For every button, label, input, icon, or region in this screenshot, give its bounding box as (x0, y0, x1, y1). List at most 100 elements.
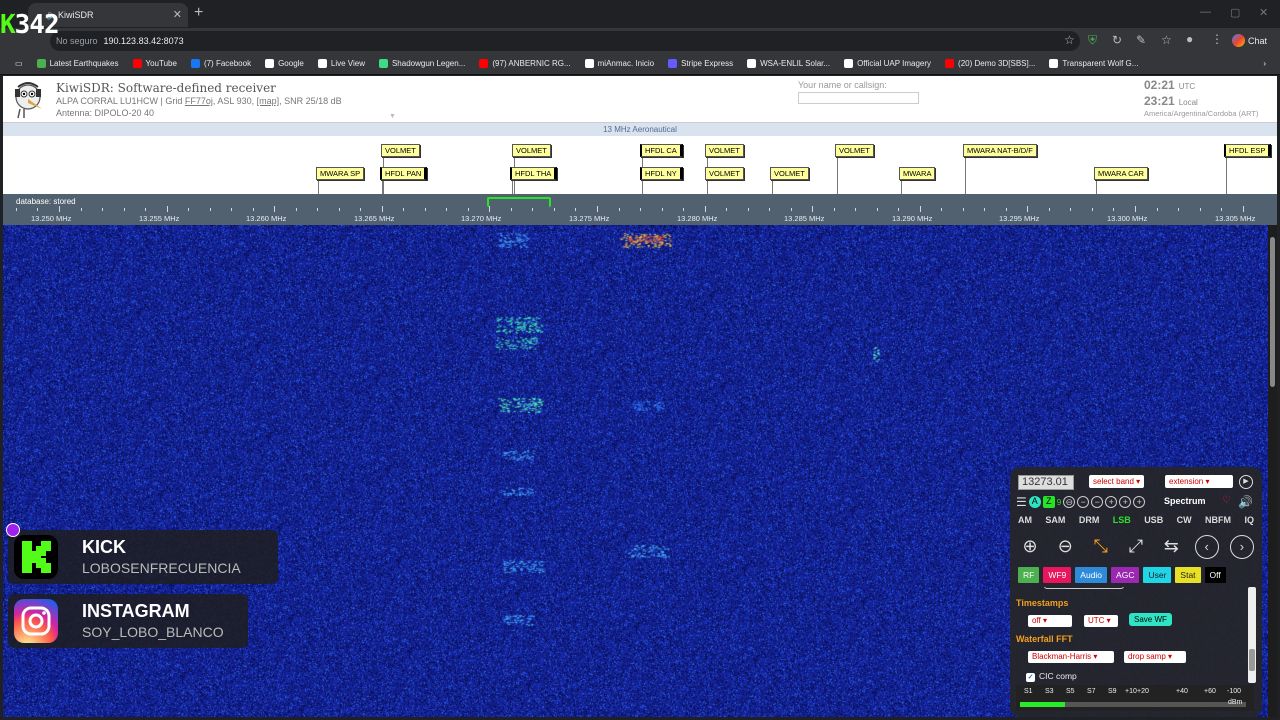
station-label[interactable]: MWARA NAT-B/D/F (963, 144, 1037, 157)
bookmark-star-icon[interactable]: ☆ (1064, 33, 1075, 47)
play-icon[interactable]: ▶ (1239, 475, 1253, 489)
collapse-header-icon[interactable]: ▼ (389, 113, 396, 120)
station-label[interactable]: HFDL ESP (1224, 144, 1272, 157)
zoom-in-icon[interactable]: + (1105, 496, 1118, 508)
refresh-extension-icon[interactable]: ↻ (1112, 33, 1122, 47)
chat-button[interactable]: Chat (1232, 32, 1278, 49)
bookmark-item[interactable]: miAnmac. Inicio (578, 59, 661, 68)
timezone-select[interactable]: UTC ▾ (1084, 615, 1118, 627)
tab-rf[interactable]: RF (1018, 567, 1040, 583)
station-label[interactable]: HFDL NY (640, 167, 683, 180)
bookmark-item[interactable]: Google (258, 59, 311, 68)
bookmark-item[interactable]: Transparent Wolf G... (1042, 59, 1145, 68)
bookmark-item[interactable]: YouTube (126, 59, 184, 68)
tab-agc[interactable]: AGC (1111, 567, 1140, 583)
bookmark-item[interactable]: Official UAP Imagery (837, 59, 938, 68)
bookmark-item[interactable]: Stripe Express (661, 59, 740, 68)
mode-drm-button[interactable]: DRM (1079, 515, 1100, 525)
window-function-select[interactable]: Blackman-Harris ▾ (1028, 651, 1114, 663)
expand-arrows-icon[interactable]: ⤢ (1124, 535, 1148, 559)
mode-usb-button[interactable]: USB (1144, 515, 1163, 525)
tab-user[interactable]: User (1143, 567, 1172, 583)
station-label[interactable]: MWARA CAR (1094, 167, 1148, 180)
station-label[interactable]: HFDL CA (640, 144, 683, 157)
zoom-out-step-icon[interactable]: − (1091, 496, 1104, 508)
maximize-icon[interactable]: ▢ (1230, 6, 1240, 19)
mute-heart-icon[interactable]: ♡ (1222, 495, 1231, 506)
mode-sam-button[interactable]: SAM (1045, 515, 1065, 525)
samp-select[interactable]: drop samp ▾ (1124, 651, 1186, 663)
shield-icon[interactable]: ⛨ (1088, 33, 1097, 48)
tab-wf9[interactable]: WF9 (1043, 567, 1072, 583)
favorites-icon[interactable]: ☆ (1161, 33, 1172, 47)
waterfall-scrollbar[interactable] (1268, 225, 1277, 717)
save-wf-button[interactable]: Save WF (1129, 613, 1172, 626)
chevron-right-icon[interactable]: › (1229, 535, 1254, 559)
mode-am-button[interactable]: AM (1018, 515, 1032, 525)
frequency-input[interactable]: 13273.01 (1018, 475, 1074, 490)
chevron-left-icon[interactable]: ‹ (1194, 535, 1219, 559)
swap-arrows-icon[interactable]: ⇆ (1159, 535, 1183, 559)
auto-icon[interactable]: A (1028, 496, 1041, 508)
spectrum-toggle[interactable]: Spectrum (1164, 496, 1206, 506)
security-indicator[interactable]: No seguro (56, 36, 98, 46)
station-label[interactable]: VOLMET (381, 144, 420, 157)
zoom-out-max-icon[interactable]: ⊖ (1063, 496, 1076, 508)
band-select[interactable]: select band ▾ (1089, 475, 1145, 488)
scrollbar-thumb[interactable] (1270, 237, 1275, 387)
timestamps-select[interactable]: off ▾ (1028, 615, 1072, 627)
mode-iq-button[interactable]: IQ (1244, 515, 1254, 525)
bookmark-item[interactable]: Live View (311, 59, 372, 68)
bookmark-item[interactable]: Shadowgun Legen... (372, 59, 472, 68)
callsign-input[interactable] (798, 92, 919, 104)
tab-stat[interactable]: Stat (1175, 567, 1201, 583)
bookmark-item[interactable]: (7) Facebook (184, 59, 258, 68)
profile-avatar-icon[interactable]: ● (1186, 32, 1193, 46)
hamburger-menu-icon[interactable]: ☰ (1016, 495, 1027, 509)
bookmark-item[interactable]: (97) ANBERNIC RG... (472, 59, 577, 68)
station-label[interactable]: VOLMET (512, 144, 551, 157)
zoom-out-icon[interactable]: − (1077, 496, 1090, 508)
menu-icon[interactable]: ⋮ (1211, 32, 1223, 46)
station-label[interactable]: VOLMET (770, 167, 809, 180)
zoom-out-magnifier-icon[interactable]: ⊖ (1053, 535, 1077, 559)
mode-lsb-button[interactable]: LSB (1113, 515, 1131, 525)
grid-link[interactable]: FF77oj (185, 96, 213, 106)
mode-cw-button[interactable]: CW (1177, 515, 1192, 525)
apps-icon[interactable]: ▭ (8, 59, 30, 68)
zoom-check-icon[interactable]: Z (1042, 496, 1055, 508)
close-tab-icon[interactable]: ✕ (173, 8, 182, 21)
bookmark-item[interactable]: WSA-ENLIL Solar... (740, 59, 837, 68)
frequency-scale[interactable]: database: stored 13.250 MHz 13.255 MHz 13.… (3, 194, 1277, 225)
extension-select[interactable]: extension ▾ (1165, 475, 1233, 488)
cic-comp-checkbox[interactable]: ✓ CIC comp (1026, 671, 1077, 682)
station-label[interactable]: MWARA (899, 167, 936, 180)
minimize-icon[interactable]: — (1200, 6, 1211, 18)
station-label[interactable]: MWARA SP (316, 167, 365, 180)
zoom-in-step-icon[interactable]: + (1119, 496, 1132, 508)
zoom-in-max-icon[interactable]: + (1133, 496, 1146, 508)
map-link[interactable]: [map] (257, 96, 280, 106)
collapse-arrows-icon[interactable]: ⤡ (1089, 535, 1113, 559)
band-name-bar[interactable]: 13 MHz Aeronautical (3, 123, 1277, 136)
tab-audio[interactable]: Audio (1075, 567, 1108, 583)
station-label[interactable]: VOLMET (705, 144, 744, 157)
omnibox[interactable]: No seguro 190.123.83.42:8073 (50, 31, 1080, 51)
close-window-icon[interactable]: ✕ (1259, 6, 1268, 19)
station-label[interactable]: VOLMET (835, 144, 874, 157)
extensions-icon[interactable]: ✎ (1136, 33, 1146, 47)
passband-indicator[interactable] (487, 197, 551, 207)
station-label[interactable]: HFDL PAN (380, 167, 428, 180)
tab-off[interactable]: Off (1204, 567, 1226, 583)
new-tab-button[interactable]: + (194, 4, 203, 22)
bookmark-item[interactable]: Latest Earthquakes (30, 59, 126, 68)
panel-scroll-thumb[interactable] (1249, 649, 1255, 671)
mode-nbfm-button[interactable]: NBFM (1205, 515, 1231, 525)
bookmark-item[interactable]: (20) Demo 3D[SBS]... (938, 59, 1042, 68)
panel-scrollbar[interactable] (1248, 587, 1256, 683)
partial-select[interactable] (1044, 587, 1124, 589)
station-label[interactable]: VOLMET (705, 167, 744, 180)
bookmarks-overflow-icon[interactable]: › (1256, 59, 1280, 68)
speaker-icon[interactable]: 🔊 (1238, 495, 1253, 509)
zoom-in-magnifier-icon[interactable]: ⊕ (1018, 535, 1042, 559)
